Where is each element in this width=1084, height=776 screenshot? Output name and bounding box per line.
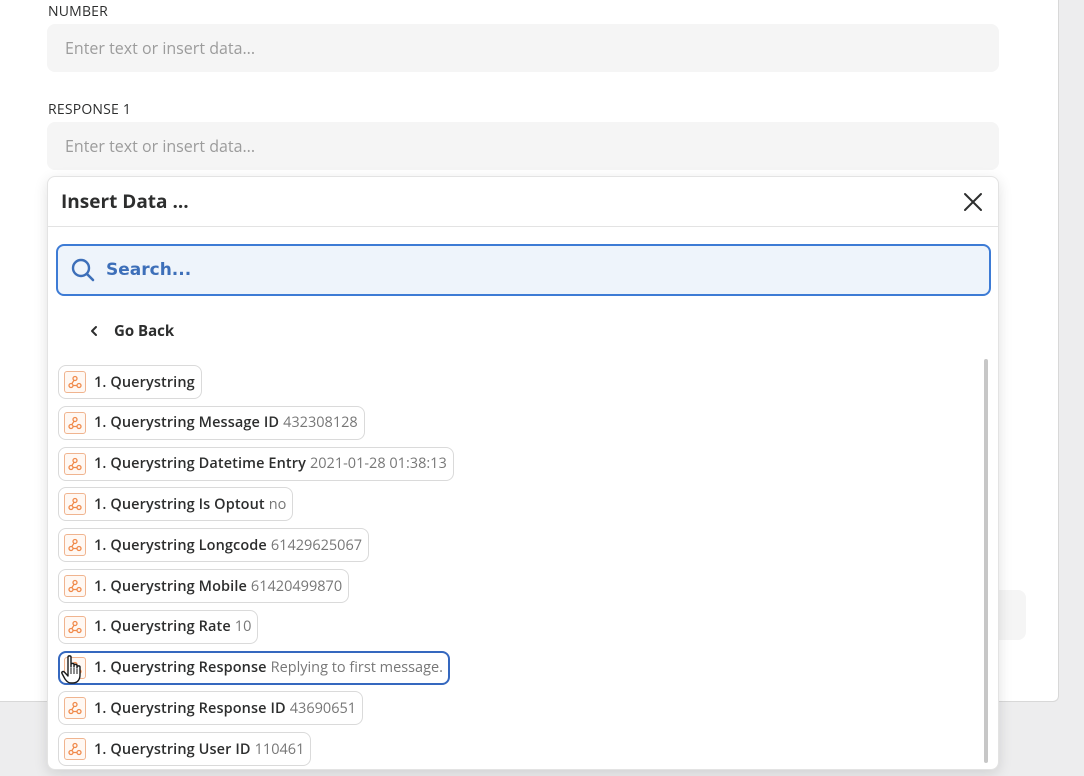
scrollbar[interactable] — [984, 359, 988, 763]
data-item-value: 61429625067 — [270, 535, 363, 555]
close-icon — [964, 193, 982, 211]
search-box — [56, 244, 991, 296]
data-item[interactable]: 1. Querystring Rate 10 — [58, 609, 259, 644]
data-item-label: 1. Querystring Is Optout — [94, 494, 265, 514]
data-item[interactable]: 1. Querystring Mobile 61420499870 — [58, 569, 350, 603]
response-1-field[interactable]: Enter text or insert data... — [47, 122, 999, 170]
data-item-value: 61420499870 — [250, 576, 343, 596]
insert-data-header: Insert Data ... — [48, 177, 998, 227]
data-item-value: 110461 — [254, 739, 305, 759]
webhook-icon — [64, 615, 86, 638]
data-item-label: 1. Querystring Message ID — [94, 413, 280, 433]
data-item[interactable]: 1. Querystring User ID 110461 — [58, 732, 312, 767]
webhook-icon — [64, 738, 86, 761]
chevron-left-icon — [91, 326, 97, 336]
number-field[interactable]: Enter text or insert data... — [47, 24, 999, 72]
webhook-icon — [64, 534, 86, 557]
data-item[interactable]: 1. Querystring Response Replying to first… — [58, 650, 450, 685]
data-item-label: 1. Querystring Mobile — [94, 576, 247, 596]
data-item[interactable]: 1. Querystring — [58, 365, 202, 399]
search-input[interactable] — [106, 260, 956, 280]
background-field-edge — [998, 590, 1026, 640]
data-item-label: 1. Querystring Response ID — [94, 698, 286, 718]
response-1-field-label: RESPONSE 1 — [48, 100, 132, 119]
webhook-icon — [64, 656, 86, 679]
data-item-label: 1. Querystring Rate — [94, 617, 231, 637]
data-item-value: 43690651 — [289, 698, 357, 718]
webhook-icon — [64, 493, 86, 516]
response-1-field-placeholder: Enter text or insert data... — [65, 135, 256, 157]
data-item[interactable]: 1. Querystring Response ID 43690651 — [58, 691, 364, 726]
webhook-icon — [64, 371, 86, 393]
go-back-button[interactable]: Go Back — [88, 321, 174, 341]
insert-data-title: Insert Data ... — [61, 188, 189, 214]
close-button[interactable] — [962, 191, 984, 213]
data-item[interactable]: 1. Querystring Is Optout no — [58, 487, 294, 522]
number-field-placeholder: Enter text or insert data... — [65, 37, 256, 59]
webhook-icon — [64, 697, 86, 720]
data-item-label: 1. Querystring Response — [94, 658, 267, 678]
insert-data-popover: Insert Data ... Go Back 1. Querystring 1.… — [47, 176, 999, 770]
data-item-value: no — [268, 494, 287, 514]
data-item-label: 1. Querystring — [94, 372, 195, 392]
data-item[interactable]: 1. Querystring Longcode 61429625067 — [58, 528, 370, 563]
data-item-value: Replying to first message. — [270, 658, 443, 678]
data-item[interactable]: 1. Querystring Message ID 432308128 — [58, 405, 365, 440]
data-item-label: 1. Querystring Longcode — [94, 535, 267, 555]
data-item-value: 10 — [234, 617, 252, 637]
data-item-label: 1. Querystring Datetime Entry — [94, 454, 306, 474]
number-field-label: NUMBER — [48, 2, 109, 21]
search-icon — [71, 258, 95, 282]
webhook-icon — [64, 411, 86, 434]
go-back-label: Go Back — [114, 321, 175, 341]
data-item[interactable]: 1. Querystring Datetime Entry 2021-01-28 … — [58, 446, 454, 481]
webhook-icon — [64, 575, 86, 597]
data-item-value: 2021-01-28 01:38:13 — [309, 454, 447, 474]
data-item-label: 1. Querystring User ID — [94, 739, 251, 759]
webhook-icon — [64, 452, 86, 475]
data-item-value: 432308128 — [283, 413, 358, 433]
